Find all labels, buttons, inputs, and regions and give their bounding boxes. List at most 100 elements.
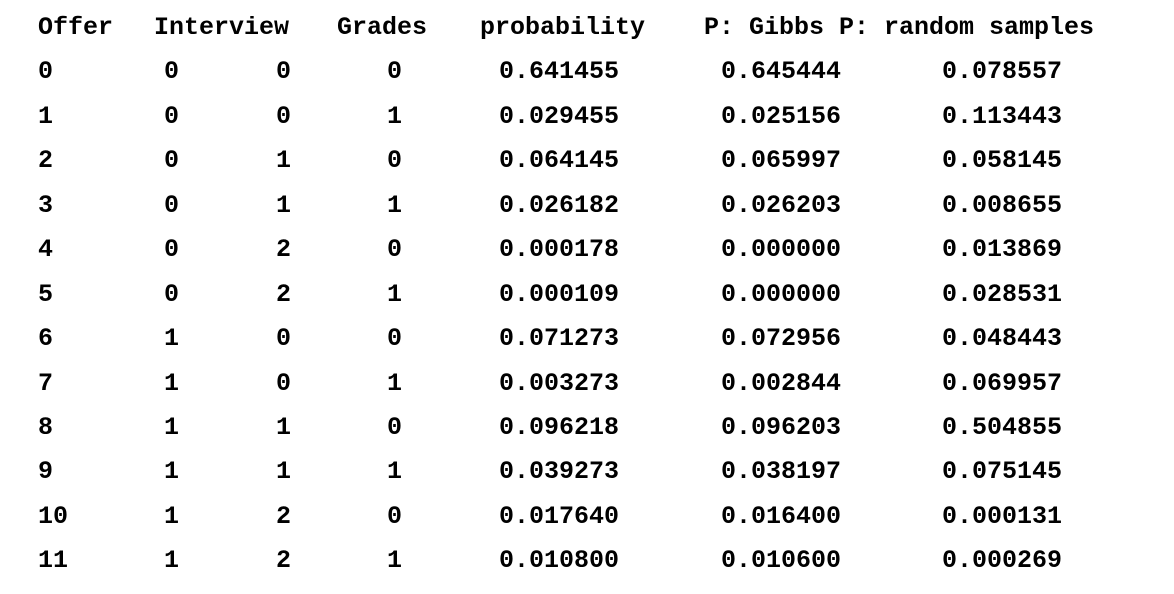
grades-value: 0 [387, 502, 403, 531]
table-row: 2 0 1 0 0.064145 0.065997 0.058145 [0, 141, 1174, 181]
probability-value: 0.641455 [499, 57, 620, 86]
header-gibbs-random: P: Gibbs P: random samples [704, 13, 1095, 42]
probability-value: 0.039273 [499, 457, 620, 486]
interview-value: 2 [276, 235, 292, 264]
gibbs-value: 0.065997 [721, 146, 842, 175]
interview-value: 0 [276, 324, 292, 353]
random-samples-value: 0.078557 [942, 57, 1063, 86]
table-row: 1 0 0 1 0.029455 0.025156 0.113443 [0, 97, 1174, 137]
random-samples-value: 0.008655 [942, 191, 1063, 220]
table-row: 4 0 2 0 0.000178 0.000000 0.013869 [0, 230, 1174, 270]
gibbs-value: 0.016400 [721, 502, 842, 531]
grades-value: 0 [387, 413, 403, 442]
gibbs-value: 0.038197 [721, 457, 842, 486]
random-samples-value: 0.113443 [942, 102, 1063, 131]
offer-value: 0 [164, 146, 180, 175]
gibbs-value: 0.096203 [721, 413, 842, 442]
table-row: 8 1 1 0 0.096218 0.096203 0.504855 [0, 408, 1174, 448]
row-index: 8 [38, 413, 54, 442]
offer-value: 0 [164, 191, 180, 220]
gibbs-value: 0.000000 [721, 280, 842, 309]
interview-value: 2 [276, 280, 292, 309]
probability-value: 0.071273 [499, 324, 620, 353]
offer-value: 0 [164, 280, 180, 309]
table-row: 6 1 0 0 0.071273 0.072956 0.048443 [0, 319, 1174, 359]
row-index: 0 [38, 57, 54, 86]
gibbs-value: 0.000000 [721, 235, 842, 264]
gibbs-value: 0.645444 [721, 57, 842, 86]
offer-value: 0 [164, 235, 180, 264]
interview-value: 0 [276, 102, 292, 131]
grades-value: 1 [387, 191, 403, 220]
random-samples-value: 0.069957 [942, 369, 1063, 398]
table-row: 5 0 2 1 0.000109 0.000000 0.028531 [0, 275, 1174, 315]
random-samples-value: 0.000269 [942, 546, 1063, 575]
gibbs-value: 0.025156 [721, 102, 842, 131]
random-samples-value: 0.504855 [942, 413, 1063, 442]
header-probability: probability [480, 13, 646, 42]
offer-value: 1 [164, 546, 180, 575]
grades-value: 0 [387, 146, 403, 175]
row-index: 4 [38, 235, 54, 264]
interview-value: 2 [276, 502, 292, 531]
probability-value: 0.026182 [499, 191, 620, 220]
grades-value: 1 [387, 280, 403, 309]
probability-table: Offer Interview Grades probability P: Gi… [0, 0, 1174, 594]
row-index: 5 [38, 280, 54, 309]
offer-value: 0 [164, 102, 180, 131]
gibbs-value: 0.002844 [721, 369, 842, 398]
grades-value: 1 [387, 546, 403, 575]
interview-value: 1 [276, 457, 292, 486]
offer-value: 1 [164, 369, 180, 398]
grades-value: 1 [387, 369, 403, 398]
table-row: 3 0 1 1 0.026182 0.026203 0.008655 [0, 186, 1174, 226]
interview-value: 1 [276, 413, 292, 442]
grades-value: 1 [387, 457, 403, 486]
grades-value: 0 [387, 235, 403, 264]
gibbs-value: 0.010600 [721, 546, 842, 575]
probability-value: 0.064145 [499, 146, 620, 175]
gibbs-value: 0.072956 [721, 324, 842, 353]
row-index: 2 [38, 146, 54, 175]
interview-value: 1 [276, 191, 292, 220]
offer-value: 0 [164, 57, 180, 86]
interview-value: 0 [276, 369, 292, 398]
interview-value: 1 [276, 146, 292, 175]
offer-value: 1 [164, 502, 180, 531]
row-index: 7 [38, 369, 54, 398]
header-offer: Offer [38, 13, 114, 42]
random-samples-value: 0.028531 [942, 280, 1063, 309]
random-samples-value: 0.075145 [942, 457, 1063, 486]
table-row: 9 1 1 1 0.039273 0.038197 0.075145 [0, 452, 1174, 492]
grades-value: 0 [387, 324, 403, 353]
table-row: 10 1 2 0 0.017640 0.016400 0.000131 [0, 497, 1174, 537]
table-row: 7 1 0 1 0.003273 0.002844 0.069957 [0, 364, 1174, 404]
row-index: 1 [38, 102, 54, 131]
probability-value: 0.010800 [499, 546, 620, 575]
probability-value: 0.096218 [499, 413, 620, 442]
row-index: 10 [38, 502, 69, 531]
grades-value: 0 [387, 57, 403, 86]
row-index: 6 [38, 324, 54, 353]
probability-value: 0.017640 [499, 502, 620, 531]
grades-value: 1 [387, 102, 403, 131]
interview-value: 0 [276, 57, 292, 86]
interview-value: 2 [276, 546, 292, 575]
row-index: 3 [38, 191, 54, 220]
table-row: 0 0 0 0 0.641455 0.645444 0.078557 [0, 52, 1174, 92]
probability-value: 0.003273 [499, 369, 620, 398]
gibbs-value: 0.026203 [721, 191, 842, 220]
random-samples-value: 0.013869 [942, 235, 1063, 264]
random-samples-value: 0.058145 [942, 146, 1063, 175]
random-samples-value: 0.000131 [942, 502, 1063, 531]
random-samples-value: 0.048443 [942, 324, 1063, 353]
probability-value: 0.029455 [499, 102, 620, 131]
offer-value: 1 [164, 413, 180, 442]
table-header: Offer Interview Grades probability P: Gi… [0, 8, 1174, 48]
table-row: 11 1 2 1 0.010800 0.010600 0.000269 [0, 541, 1174, 581]
header-grades: Grades [337, 13, 428, 42]
header-interview: Interview [154, 13, 290, 42]
probability-value: 0.000178 [499, 235, 620, 264]
offer-value: 1 [164, 457, 180, 486]
offer-value: 1 [164, 324, 180, 353]
